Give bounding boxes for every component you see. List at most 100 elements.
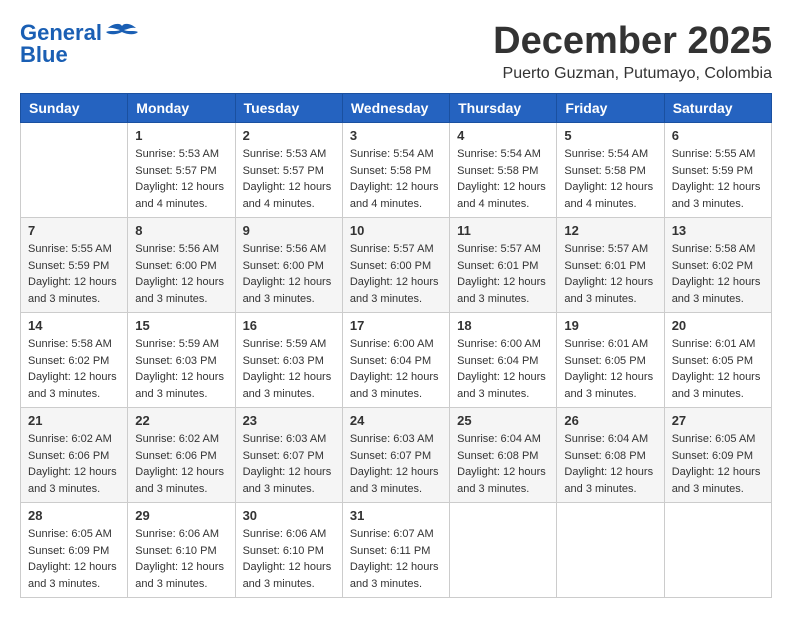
calendar-cell: 7 Sunrise: 5:55 AMSunset: 5:59 PMDaylight…	[21, 218, 128, 313]
header-thursday: Thursday	[450, 94, 557, 123]
day-info: Sunrise: 5:54 AMSunset: 5:58 PMDaylight:…	[564, 146, 656, 212]
day-number: 22	[135, 413, 227, 428]
calendar-cell: 20 Sunrise: 6:01 AMSunset: 6:05 PMDayligh…	[664, 313, 771, 408]
day-number: 20	[672, 318, 764, 333]
header: General Blue December 2025 Puerto Guzman…	[20, 20, 772, 83]
calendar-cell: 29Sunrise: 6:06 AMSunset: 6:10 PMDayligh…	[128, 503, 235, 598]
header-wednesday: Wednesday	[342, 94, 449, 123]
calendar-cell: 8Sunrise: 5:56 AMSunset: 6:00 PMDaylight…	[128, 218, 235, 313]
calendar-cell: 6 Sunrise: 5:55 AMSunset: 5:59 PMDaylight…	[664, 123, 771, 218]
day-info: Sunrise: 5:57 AMSunset: 6:01 PMDaylight:…	[457, 241, 549, 307]
day-info: Sunrise: 5:53 AMSunset: 5:57 PMDaylight:…	[135, 146, 227, 212]
header-friday: Friday	[557, 94, 664, 123]
calendar-cell	[21, 123, 128, 218]
day-number: 19	[564, 318, 656, 333]
calendar-cell: 18 Sunrise: 6:00 AMSunset: 6:04 PMDayligh…	[450, 313, 557, 408]
calendar-cell: 3 Sunrise: 5:54 AMSunset: 5:58 PMDaylight…	[342, 123, 449, 218]
calendar-cell: 24 Sunrise: 6:03 AMSunset: 6:07 PMDayligh…	[342, 408, 449, 503]
day-info: Sunrise: 6:06 AMSunset: 6:10 PMDaylight:…	[243, 526, 335, 592]
day-info: Sunrise: 5:55 AMSunset: 5:59 PMDaylight:…	[672, 146, 764, 212]
day-number: 17	[350, 318, 442, 333]
day-number: 21	[28, 413, 120, 428]
calendar-table: SundayMondayTuesdayWednesdayThursdayFrid…	[20, 93, 772, 598]
day-number: 9	[243, 223, 335, 238]
header-saturday: Saturday	[664, 94, 771, 123]
calendar-cell: 9Sunrise: 5:56 AMSunset: 6:00 PMDaylight…	[235, 218, 342, 313]
calendar-cell: 27 Sunrise: 6:05 AMSunset: 6:09 PMDayligh…	[664, 408, 771, 503]
day-info: Sunrise: 6:02 AMSunset: 6:06 PMDaylight:…	[28, 431, 120, 497]
day-info: Sunrise: 5:58 AMSunset: 6:02 PMDaylight:…	[672, 241, 764, 307]
day-number: 28	[28, 508, 120, 523]
calendar-header-row: SundayMondayTuesdayWednesdayThursdayFrid…	[21, 94, 772, 123]
calendar-week-row: 7 Sunrise: 5:55 AMSunset: 5:59 PMDaylight…	[21, 218, 772, 313]
calendar-cell: 22 Sunrise: 6:02 AMSunset: 6:06 PMDayligh…	[128, 408, 235, 503]
calendar-week-row: 1 Sunrise: 5:53 AMSunset: 5:57 PMDaylight…	[21, 123, 772, 218]
day-number: 6	[672, 128, 764, 143]
day-info: Sunrise: 6:05 AMSunset: 6:09 PMDaylight:…	[672, 431, 764, 497]
day-number: 8	[135, 223, 227, 238]
calendar-cell: 11Sunrise: 5:57 AMSunset: 6:01 PMDayligh…	[450, 218, 557, 313]
day-number: 27	[672, 413, 764, 428]
day-number: 7	[28, 223, 120, 238]
logo-blue-text: Blue	[20, 42, 68, 68]
header-monday: Monday	[128, 94, 235, 123]
day-info: Sunrise: 5:55 AMSunset: 5:59 PMDaylight:…	[28, 241, 120, 307]
day-number: 3	[350, 128, 442, 143]
calendar-cell: 31Sunrise: 6:07 AMSunset: 6:11 PMDayligh…	[342, 503, 449, 598]
calendar-week-row: 28 Sunrise: 6:05 AMSunset: 6:09 PMDayligh…	[21, 503, 772, 598]
day-info: Sunrise: 6:01 AMSunset: 6:05 PMDaylight:…	[672, 336, 764, 402]
header-sunday: Sunday	[21, 94, 128, 123]
calendar-cell: 4Sunrise: 5:54 AMSunset: 5:58 PMDaylight…	[450, 123, 557, 218]
day-number: 24	[350, 413, 442, 428]
month-title: December 2025	[493, 20, 772, 63]
calendar-cell: 12Sunrise: 5:57 AMSunset: 6:01 PMDayligh…	[557, 218, 664, 313]
calendar-cell: 16 Sunrise: 5:59 AMSunset: 6:03 PMDayligh…	[235, 313, 342, 408]
day-number: 14	[28, 318, 120, 333]
day-info: Sunrise: 5:59 AMSunset: 6:03 PMDaylight:…	[243, 336, 335, 402]
day-info: Sunrise: 5:59 AMSunset: 6:03 PMDaylight:…	[135, 336, 227, 402]
day-number: 13	[672, 223, 764, 238]
calendar-cell: 15 Sunrise: 5:59 AMSunset: 6:03 PMDayligh…	[128, 313, 235, 408]
day-info: Sunrise: 6:03 AMSunset: 6:07 PMDaylight:…	[350, 431, 442, 497]
day-number: 15	[135, 318, 227, 333]
calendar-cell: 10 Sunrise: 5:57 AMSunset: 6:00 PMDayligh…	[342, 218, 449, 313]
calendar-cell: 25Sunrise: 6:04 AMSunset: 6:08 PMDayligh…	[450, 408, 557, 503]
day-number: 1	[135, 128, 227, 143]
day-info: Sunrise: 6:03 AMSunset: 6:07 PMDaylight:…	[243, 431, 335, 497]
location-title: Puerto Guzman, Putumayo, Colombia	[493, 65, 772, 83]
day-number: 23	[243, 413, 335, 428]
day-info: Sunrise: 6:04 AMSunset: 6:08 PMDaylight:…	[457, 431, 549, 497]
calendar-cell: 21 Sunrise: 6:02 AMSunset: 6:06 PMDayligh…	[21, 408, 128, 503]
day-info: Sunrise: 6:00 AMSunset: 6:04 PMDaylight:…	[457, 336, 549, 402]
day-info: Sunrise: 6:05 AMSunset: 6:09 PMDaylight:…	[28, 526, 120, 592]
calendar-cell: 26Sunrise: 6:04 AMSunset: 6:08 PMDayligh…	[557, 408, 664, 503]
logo-bird-icon	[106, 22, 138, 44]
logo: General Blue	[20, 20, 138, 68]
calendar-cell: 30Sunrise: 6:06 AMSunset: 6:10 PMDayligh…	[235, 503, 342, 598]
day-info: Sunrise: 5:53 AMSunset: 5:57 PMDaylight:…	[243, 146, 335, 212]
calendar-cell: 13 Sunrise: 5:58 AMSunset: 6:02 PMDayligh…	[664, 218, 771, 313]
day-info: Sunrise: 6:01 AMSunset: 6:05 PMDaylight:…	[564, 336, 656, 402]
day-info: Sunrise: 5:54 AMSunset: 5:58 PMDaylight:…	[457, 146, 549, 212]
day-number: 10	[350, 223, 442, 238]
calendar-cell: 1 Sunrise: 5:53 AMSunset: 5:57 PMDaylight…	[128, 123, 235, 218]
calendar-cell: 2 Sunrise: 5:53 AMSunset: 5:57 PMDaylight…	[235, 123, 342, 218]
day-number: 2	[243, 128, 335, 143]
calendar-cell: 14 Sunrise: 5:58 AMSunset: 6:02 PMDayligh…	[21, 313, 128, 408]
day-number: 12	[564, 223, 656, 238]
day-info: Sunrise: 5:57 AMSunset: 6:00 PMDaylight:…	[350, 241, 442, 307]
calendar-cell	[450, 503, 557, 598]
day-info: Sunrise: 5:54 AMSunset: 5:58 PMDaylight:…	[350, 146, 442, 212]
day-info: Sunrise: 6:02 AMSunset: 6:06 PMDaylight:…	[135, 431, 227, 497]
day-number: 16	[243, 318, 335, 333]
calendar-week-row: 14 Sunrise: 5:58 AMSunset: 6:02 PMDayligh…	[21, 313, 772, 408]
calendar-week-row: 21 Sunrise: 6:02 AMSunset: 6:06 PMDayligh…	[21, 408, 772, 503]
day-number: 5	[564, 128, 656, 143]
calendar-cell	[557, 503, 664, 598]
calendar-cell: 17Sunrise: 6:00 AMSunset: 6:04 PMDayligh…	[342, 313, 449, 408]
calendar-cell: 23 Sunrise: 6:03 AMSunset: 6:07 PMDayligh…	[235, 408, 342, 503]
day-info: Sunrise: 5:58 AMSunset: 6:02 PMDaylight:…	[28, 336, 120, 402]
day-number: 29	[135, 508, 227, 523]
day-number: 18	[457, 318, 549, 333]
day-info: Sunrise: 6:07 AMSunset: 6:11 PMDaylight:…	[350, 526, 442, 592]
